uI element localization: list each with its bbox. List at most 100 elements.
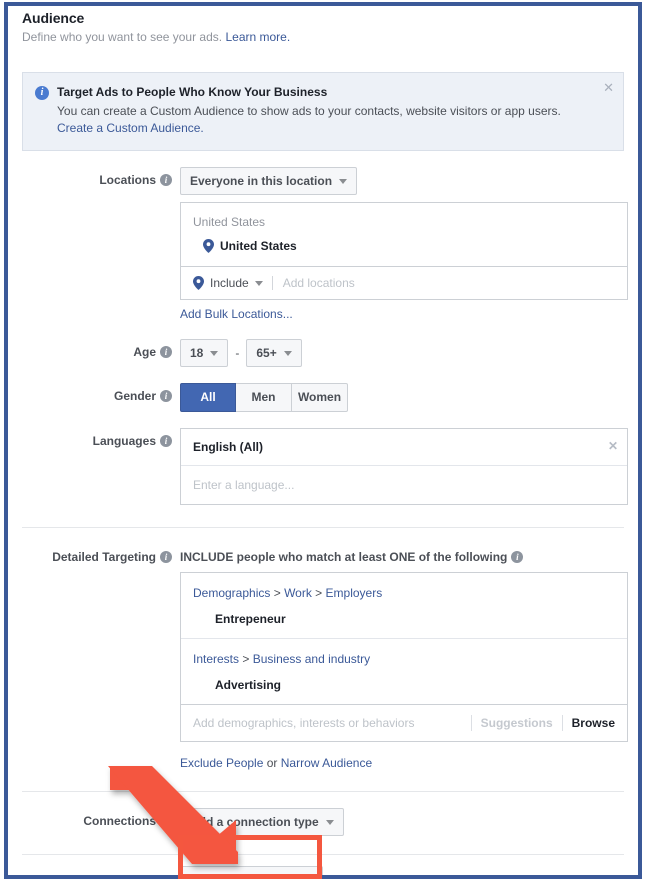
gender-segmented-control: All Men Women: [180, 383, 348, 412]
targeting-group: Interests > Business and industry Advert…: [181, 638, 627, 704]
detailed-targeting-box: Demographics > Work > Employers Entrepen…: [180, 572, 628, 742]
detailed-targeting-input-row: Add demographics, interests or behaviors…: [181, 704, 627, 741]
breadcrumb-segment[interactable]: Interests: [193, 652, 239, 666]
detailed-targeting-label: Detailed Targeting i: [22, 544, 180, 565]
custom-audience-banner: i ✕ Target Ads to People Who Know Your B…: [22, 72, 624, 151]
connection-type-dropdown[interactable]: Add a connection type: [180, 808, 344, 836]
detailed-targeting-label-text: Detailed Targeting: [52, 550, 156, 564]
map-pin-icon: [193, 276, 204, 290]
age-max-dropdown[interactable]: 65+: [246, 339, 302, 367]
create-custom-audience-link[interactable]: Create a Custom Audience.: [57, 121, 204, 135]
add-locations-input[interactable]: Add locations: [273, 276, 615, 290]
gender-option-all[interactable]: All: [180, 383, 236, 412]
gender-option-women[interactable]: Women: [292, 383, 348, 412]
languages-row: Languages i English (All) ✕ Enter a langu…: [8, 428, 638, 505]
chevron-down-icon: [325, 819, 334, 825]
age-label: Age i: [22, 339, 180, 360]
languages-label-text: Languages: [92, 434, 156, 448]
location-scope-dropdown[interactable]: Everyone in this location: [180, 167, 358, 195]
location-scope-value: Everyone in this location: [190, 174, 333, 188]
targeting-breadcrumb: Interests > Business and industry: [193, 651, 615, 667]
targeting-group: Demographics > Work > Employers Entrepen…: [181, 573, 627, 638]
breadcrumb-segment[interactable]: Employers: [326, 586, 383, 600]
page-subtitle-text: Define who you want to see your ads.: [22, 30, 223, 44]
breadcrumb-segment[interactable]: Demographics: [193, 586, 270, 600]
locations-box: United States United States Include Add …: [180, 202, 628, 300]
include-exclude-dropdown[interactable]: Include: [193, 276, 273, 290]
close-icon[interactable]: ✕: [608, 439, 618, 453]
languages-field: English (All) ✕ Enter a language...: [180, 428, 628, 505]
gender-field: All Men Women: [180, 383, 624, 412]
learn-more-link[interactable]: Learn more.: [225, 30, 290, 44]
age-min-value: 18: [190, 346, 204, 360]
connections-label-text: Connections: [83, 814, 156, 828]
locations-label: Locations i: [22, 167, 180, 188]
connections-row: Connections i Add a connection type: [8, 808, 638, 836]
close-icon[interactable]: ✕: [603, 81, 614, 94]
breadcrumb-separator: >: [239, 652, 253, 666]
include-value: Include: [210, 276, 249, 290]
connections-label: Connections i: [22, 808, 180, 829]
locations-field: Everyone in this location United States …: [180, 167, 628, 323]
locations-row: Locations i Everyone in this location Uni…: [8, 167, 638, 323]
banner-body: Target Ads to People Who Know Your Busin…: [57, 84, 589, 137]
detailed-targeting-row: Detailed Targeting i INCLUDE people who m…: [8, 544, 638, 771]
save-this-audience-button[interactable]: Save This Audience: [180, 866, 323, 875]
age-min-dropdown[interactable]: 18: [180, 339, 229, 367]
connection-type-value: Add a connection type: [190, 815, 319, 829]
gender-option-men[interactable]: Men: [236, 383, 292, 412]
gender-label-text: Gender: [113, 389, 156, 403]
info-icon[interactable]: i: [160, 815, 172, 827]
age-row: Age i 18 - 65+: [8, 339, 638, 367]
info-icon[interactable]: i: [160, 346, 172, 358]
detailed-targeting-instruction: INCLUDE people who match at least ONE of…: [180, 544, 624, 565]
banner-text: You can create a Custom Audience to show…: [57, 103, 589, 137]
screenshot-root: Audience Define who you want to see your…: [0, 0, 646, 883]
breadcrumb-separator: >: [270, 586, 285, 600]
info-icon[interactable]: i: [160, 551, 172, 563]
languages-box: English (All) ✕ Enter a language...: [180, 428, 628, 505]
chevron-down-icon: [254, 280, 263, 286]
breadcrumb-segment[interactable]: Work: [284, 586, 312, 600]
map-pin-icon: [203, 239, 214, 253]
info-icon: i: [35, 86, 49, 100]
info-icon[interactable]: i: [160, 435, 172, 447]
age-dash: -: [235, 346, 240, 360]
targeting-term: Entrepeneur: [215, 612, 286, 626]
exclude-people-link[interactable]: Exclude People: [180, 756, 263, 770]
language-input[interactable]: Enter a language...: [181, 466, 627, 504]
detailed-targeting-field: INCLUDE people who match at least ONE of…: [180, 544, 628, 771]
panel-header: Audience Define who you want to see your…: [8, 6, 638, 45]
breadcrumb-separator: >: [311, 586, 326, 600]
or-text: or: [263, 756, 281, 770]
connections-field: Add a connection type: [180, 808, 624, 836]
detailed-targeting-input[interactable]: Add demographics, interests or behaviors: [193, 715, 471, 731]
language-chip: English (All) ✕: [181, 429, 627, 466]
gender-label: Gender i: [22, 383, 180, 404]
age-max-value: 65+: [256, 346, 277, 360]
save-zone: Save This Audience: [8, 866, 638, 875]
info-icon[interactable]: i: [160, 174, 172, 186]
detailed-targeting-instruction-text: INCLUDE people who match at least ONE of…: [180, 550, 508, 564]
gender-row: Gender i All Men Women: [8, 383, 638, 412]
narrow-audience-link[interactable]: Narrow Audience: [281, 756, 372, 770]
chevron-down-icon: [210, 350, 219, 356]
suggestions-button[interactable]: Suggestions: [470, 715, 562, 731]
locations-group-header: United States: [193, 215, 266, 229]
language-chip-label: English (All): [193, 440, 263, 454]
breadcrumb-segment[interactable]: Business and industry: [253, 652, 370, 666]
locations-input-row: Include Add locations: [181, 266, 627, 299]
info-icon[interactable]: i: [511, 551, 524, 563]
add-bulk-locations-link[interactable]: Add Bulk Locations...: [180, 307, 293, 321]
languages-label: Languages i: [22, 428, 180, 449]
divider: [22, 854, 624, 855]
audience-panel: Audience Define who you want to see your…: [8, 6, 638, 875]
banner-title: Target Ads to People Who Know Your Busin…: [57, 85, 328, 99]
info-icon[interactable]: i: [160, 390, 172, 402]
chevron-down-icon: [283, 350, 292, 356]
banner-text-body: You can create a Custom Audience to show…: [57, 104, 561, 118]
location-selected-label: United States: [220, 239, 297, 253]
browse-button[interactable]: Browse: [561, 715, 615, 731]
age-field: 18 - 65+: [180, 339, 624, 367]
targeting-term: Advertising: [215, 678, 282, 692]
